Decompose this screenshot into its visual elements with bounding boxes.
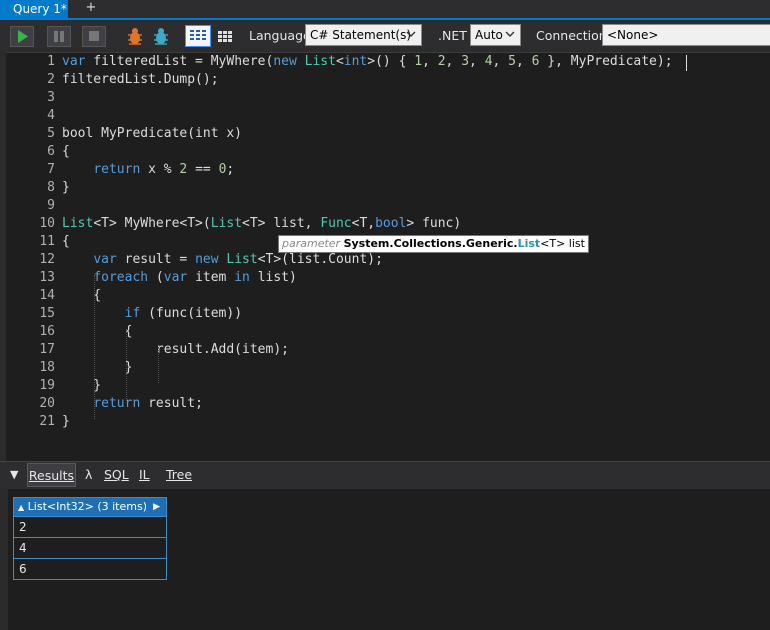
- stop-icon: [89, 31, 99, 41]
- debug-step-button[interactable]: [150, 25, 172, 47]
- dotnet-select-value: Auto: [475, 28, 503, 42]
- line-number: 19: [39, 378, 55, 393]
- debug-button[interactable]: [124, 25, 146, 47]
- code-line: {: [62, 288, 102, 303]
- result-row: 4: [14, 537, 166, 558]
- connection-select[interactable]: <None>: [602, 24, 770, 46]
- tab-query-1[interactable]: Query 1*: [0, 0, 68, 20]
- tab-strip: [0, 0, 770, 20]
- dotnet-label: .NET: [438, 28, 467, 43]
- stop-button[interactable]: [82, 26, 106, 47]
- tab-results-label: Results: [28, 468, 75, 483]
- code-line: }: [62, 378, 102, 393]
- line-number: 9: [47, 198, 55, 213]
- run-icon: [18, 30, 28, 43]
- code-line: var filteredList = MyWhere(new List<int>…: [62, 54, 673, 69]
- line-number: 17: [39, 342, 55, 357]
- result-row: 2: [14, 516, 166, 537]
- line-number: 3: [47, 90, 55, 105]
- indent-guide: [94, 275, 95, 419]
- chevron-down-icon: [505, 31, 515, 37]
- code-line: {: [62, 144, 70, 159]
- language-select[interactable]: C# Statement(s): [305, 24, 422, 46]
- pause-icon: [54, 31, 64, 42]
- code-line: filteredList.Dump();: [62, 72, 219, 87]
- code-line: var result = new List<T>(list.Count);: [93, 252, 383, 267]
- line-number: 14: [39, 288, 55, 303]
- indent-guide: [126, 329, 127, 401]
- line-number: 6: [47, 144, 55, 159]
- code-line: result.Add(item);: [62, 342, 289, 357]
- results-table-title: List<Int32> (3 items): [27, 500, 148, 513]
- line-number: 10: [39, 216, 55, 231]
- line-number: 4: [47, 108, 55, 123]
- grid-results-icon: [190, 30, 206, 40]
- dotnet-select[interactable]: Auto: [470, 24, 521, 46]
- expand-right-icon: ▶: [153, 502, 160, 512]
- code-line: bool MyPredicate(int x): [62, 126, 243, 141]
- tab-il[interactable]: IL: [139, 463, 150, 487]
- code-line: return x % 2 == 0;: [93, 162, 235, 177]
- bug-icon: [154, 28, 168, 45]
- results-rows: 246: [14, 516, 166, 579]
- line-number: 8: [47, 180, 55, 195]
- code-line: return result;: [93, 396, 203, 411]
- tab-lambda[interactable]: λ: [85, 463, 92, 487]
- tooltip-kind: parameter: [282, 237, 341, 250]
- text-caret: [686, 55, 687, 71]
- line-number: 18: [39, 360, 55, 375]
- code-line: }: [62, 414, 70, 429]
- line-number: 16: [39, 324, 55, 339]
- line-number: 11: [39, 234, 55, 249]
- code-line: if (func(item)): [124, 306, 243, 321]
- line-number: 1: [47, 54, 55, 69]
- result-row: 6: [14, 558, 166, 579]
- code-line: foreach (var item in list): [93, 270, 297, 285]
- results-table-header[interactable]: ▲ List<Int32> (3 items) ▶: [14, 498, 166, 516]
- pause-button[interactable]: [47, 26, 71, 47]
- tooltip-name: list: [565, 237, 585, 250]
- line-number: 20: [39, 396, 55, 411]
- indent-guide: [158, 347, 159, 383]
- line-number: 2: [47, 72, 55, 87]
- results-table: ▲ List<Int32> (3 items) ▶ 246: [13, 497, 167, 580]
- language-label: Language: [249, 28, 311, 43]
- connection-label: Connection: [536, 28, 607, 43]
- new-tab-button[interactable]: +: [80, 0, 102, 20]
- code-line: List<T> MyWhere<T>(List<T> list, Func<T,…: [62, 216, 462, 231]
- code-line: }: [62, 180, 70, 195]
- connection-select-value: <None>: [607, 28, 659, 42]
- parameter-tooltip: parameter System.Collections.Generic.Lis…: [278, 235, 589, 253]
- line-number: 5: [47, 126, 55, 141]
- collapse-results-button[interactable]: ▼: [10, 463, 18, 487]
- tab-tree[interactable]: Tree: [166, 463, 192, 487]
- rich-text-results-button[interactable]: [185, 25, 211, 47]
- language-select-value: C# Statement(s): [310, 28, 412, 42]
- run-button[interactable]: [10, 26, 34, 47]
- code-line: {: [62, 324, 133, 339]
- chevron-down-icon: [406, 31, 416, 37]
- line-number: 12: [39, 252, 55, 267]
- code-line: }: [62, 360, 133, 375]
- line-number: 13: [39, 270, 55, 285]
- code-line: {: [62, 234, 70, 249]
- tooltip-type: List: [517, 237, 541, 250]
- data-grid-results-button[interactable]: [214, 25, 236, 47]
- results-margin: [0, 489, 8, 630]
- tab-results[interactable]: Results: [27, 463, 76, 487]
- data-grid-icon: [218, 31, 232, 42]
- collapse-icon: ▲: [18, 503, 25, 512]
- line-number: 15: [39, 306, 55, 321]
- tooltip-generic: <T>: [540, 237, 566, 250]
- bug-icon: [128, 28, 142, 45]
- tab-query-1-label: Query 1*: [13, 2, 67, 16]
- line-number: 7: [47, 162, 55, 177]
- line-number: 21: [39, 414, 55, 429]
- tooltip-namespace: System.Collections.Generic.: [343, 237, 518, 250]
- code-editor[interactable]: 1 var filteredList = MyWhere(new List<int…: [6, 52, 770, 461]
- tab-sql[interactable]: SQL: [104, 463, 129, 487]
